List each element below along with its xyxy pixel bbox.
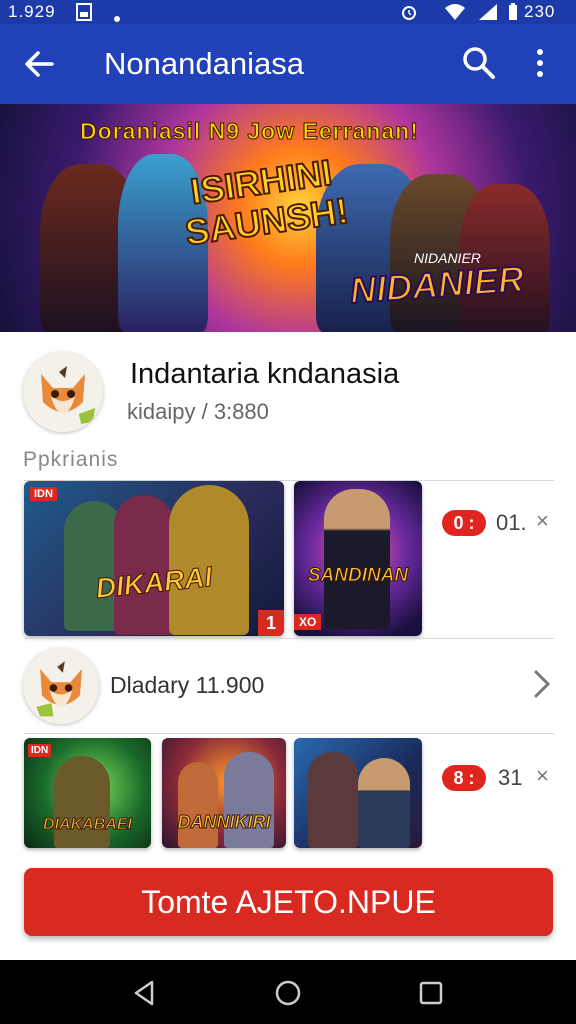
card-caption: DIAKABAEI [43,816,133,834]
card-caption: SANDINAN [307,565,409,587]
channel-name: Indantaria kndanasia [130,358,400,390]
nav-back-icon[interactable] [132,980,156,1011]
app-title: Nonandaniasa [104,46,304,81]
video-card-4[interactable]: DANNIKIRI [162,738,286,848]
channel-2-avatar[interactable] [23,648,99,724]
nav-recents-icon[interactable] [419,981,443,1010]
channel-subtitle: kidaipy / 3:880 [127,399,269,424]
card-tag: IDN [30,487,57,501]
fox-mascot-icon [36,661,82,717]
search-icon[interactable] [460,44,498,87]
wifi-icon [444,3,466,26]
card-corner-badge: 1 [258,610,284,636]
video-card-2[interactable]: SANDINAN XO [294,481,422,636]
signal-icon [478,3,498,26]
hero-top-banner-text: Doraniasil N9 Jow Eerranan! [80,118,419,145]
divider [24,638,554,639]
gallery-notification-icon [76,3,92,26]
chevron-right-icon[interactable] [530,668,552,705]
close-button[interactable]: × [536,763,549,789]
back-arrow-icon[interactable] [22,46,58,87]
channel-avatar[interactable] [23,352,103,432]
card-character [178,762,218,848]
card-character [358,758,410,848]
alarm-icon [400,3,418,26]
card-character [324,489,390,629]
status-battery-text: 230 [524,2,556,21]
channel-2-name: Dladary 11.900 [110,672,265,698]
app-bar: Nonandaniasa [0,24,576,104]
section-label: Ppkrianis [23,448,119,471]
video-card-3[interactable]: IDN DIAKABAEI [24,738,151,848]
more-vert-icon[interactable] [532,46,548,87]
video-card-1[interactable]: IDN DIKARAI 1 [24,481,284,636]
card-character [308,752,358,848]
divider [24,733,554,734]
fox-mascot-icon [41,366,95,424]
card-character [224,752,274,848]
card-tag: XO [294,614,322,630]
card-caption: DANNIKIRI [177,812,271,833]
item-count: 31 [498,765,523,790]
card-tag: IDN [28,744,52,757]
item-count: 01. [496,510,527,535]
hero-banner[interactable]: Doraniasil N9 Jow Eerranan! ISIRHINI SAU… [0,104,576,332]
battery-icon [508,3,518,26]
status-time: 1.929 [8,2,56,21]
status-bar: 1.929 230 [0,0,576,24]
video-card-5[interactable] [294,738,422,848]
close-button[interactable]: × [536,508,549,534]
nav-home-icon[interactable] [275,980,301,1011]
count-badge: 8 : [442,765,486,791]
primary-action-button[interactable]: Tomte AJETO.NPUE [24,868,553,936]
count-badge: 0 : [442,510,486,536]
card-character [54,756,110,848]
system-nav-bar [0,960,576,1024]
